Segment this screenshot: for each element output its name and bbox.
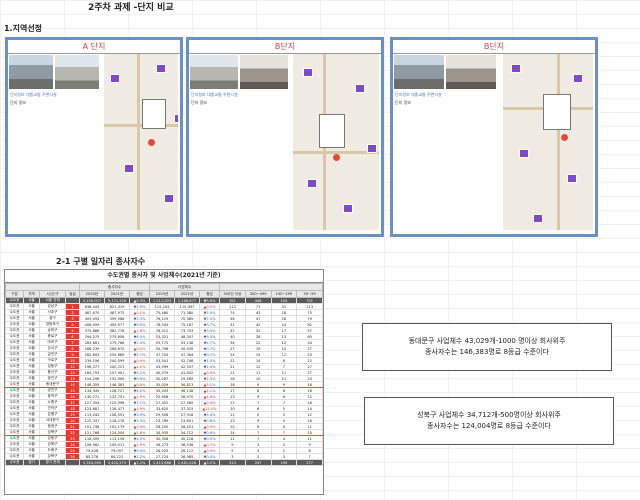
map-view[interactable] bbox=[104, 54, 178, 230]
table-header-cell: 300~499 bbox=[244, 290, 272, 298]
panel-header: B단지 bbox=[189, 40, 381, 54]
table-header-cell: 구분 bbox=[5, 290, 24, 298]
table-cell bbox=[65, 459, 80, 466]
page-title: 2주차 과제 -단지 비교 bbox=[88, 3, 174, 13]
info-label: 단지 정보 bbox=[395, 100, 411, 105]
map-pin[interactable] bbox=[519, 149, 529, 158]
table-header-cell: 2021년 bbox=[174, 290, 201, 298]
complex-info: 단지정보 대중교통 주변시설 단지 정보 bbox=[395, 92, 442, 105]
info-label: 단지 정보 bbox=[191, 100, 207, 105]
complex-panel-a: A 단지 단지정보 대중교통 주변시설 단지 정보 bbox=[5, 37, 183, 237]
map-callout bbox=[543, 94, 571, 130]
note-line: 종사자수는 146,383명로 8등급 수준이다 bbox=[425, 348, 549, 356]
complex-panel-b: B단지 단지정보 대중교통 주변시설 단지 정보 bbox=[186, 37, 384, 237]
table-row: 수도권 경기 경기 전체 5,354,050 5,420,275 ▲1.2% 1,415,6… bbox=[5, 459, 323, 466]
map-pin[interactable] bbox=[303, 68, 313, 77]
table-cell: 277 bbox=[296, 459, 323, 466]
info-tabs[interactable]: 단지정보 대중교통 주변시설 bbox=[395, 92, 442, 97]
table-header-cell: 2020년 bbox=[149, 290, 176, 298]
panel-header: A 단지 bbox=[8, 40, 180, 54]
street-photos bbox=[8, 54, 100, 90]
complex-panel-c: B단지 단지정보 대중교통 주변시설 단지 정보 bbox=[390, 37, 598, 237]
map-view[interactable] bbox=[503, 54, 593, 230]
section-heading-jobs: 2-1 구별 일자리 종사자수 bbox=[56, 257, 146, 266]
map-pin[interactable] bbox=[110, 74, 120, 83]
street-photos bbox=[189, 54, 289, 90]
table-header: 구분 지역 시/군/구 등급 2020년 2021년 증감 2020년 2021년 증감 500인 … bbox=[5, 290, 323, 298]
table-title: 수도권별 종사자 및 사업체수(2021년 기준) bbox=[5, 270, 323, 283]
table-header-cell: 500인 이상 bbox=[219, 290, 246, 298]
table-cell: 193 bbox=[270, 459, 298, 466]
table-cell: ▲1.2% bbox=[128, 459, 151, 466]
workers-table: 종사자수 사업체수 구분 지역 시/군/구 등급 2020년 2021년 증감 2020년 2021… bbox=[5, 283, 323, 466]
table-cell: 247 bbox=[244, 459, 272, 466]
table-cell: 1,415,666 bbox=[149, 459, 176, 466]
map-callout bbox=[319, 114, 345, 148]
table-group-cell: 종사자수 bbox=[78, 283, 151, 291]
table-cell: 경기 전체 bbox=[39, 459, 66, 466]
table-header-cell: 지역 bbox=[23, 290, 40, 298]
table-header-cell: 등급 bbox=[65, 290, 80, 298]
map-callout bbox=[142, 99, 166, 129]
complex-info: 단지정보 대중교통 주변시설 단지 정보 bbox=[10, 92, 57, 105]
map-pin[interactable] bbox=[567, 174, 577, 183]
table-header-cell: 증감 bbox=[128, 290, 151, 298]
table-cell: 1,461,026 bbox=[174, 459, 201, 466]
table-cell: 313 bbox=[219, 459, 246, 466]
map-pin[interactable] bbox=[307, 179, 317, 188]
map-pin[interactable] bbox=[511, 64, 521, 73]
table-group-cell bbox=[219, 283, 323, 291]
table-cell: 5,420,275 bbox=[104, 459, 130, 466]
info-label: 단지 정보 bbox=[10, 100, 26, 105]
table-header-cell: 100~299 bbox=[270, 290, 298, 298]
map-pin[interactable] bbox=[164, 194, 174, 203]
street-photo bbox=[190, 55, 238, 89]
map-pin[interactable] bbox=[573, 74, 583, 83]
table-cell: 수도권 bbox=[5, 459, 24, 466]
street-photo bbox=[55, 55, 99, 89]
info-tabs[interactable]: 단지정보 대중교통 주변시설 bbox=[191, 92, 238, 97]
table-cell: 5,354,050 bbox=[79, 459, 105, 466]
table-cell: ▲3.2% bbox=[199, 459, 221, 466]
map-pin[interactable] bbox=[343, 204, 353, 213]
table-header-cell: 증감 bbox=[199, 290, 221, 298]
street-photos bbox=[393, 54, 497, 90]
location-marker[interactable] bbox=[333, 154, 340, 161]
street-photo bbox=[240, 55, 288, 89]
note-box-dongdaemun: 동대문구 사업체수 43,029개-1000 명이상 회사위주 종사자수는 14… bbox=[362, 323, 612, 371]
table-group-cell bbox=[5, 283, 80, 291]
section-heading-region: 1.지역선정 bbox=[4, 24, 43, 33]
street-photo bbox=[446, 55, 496, 89]
note-line: 종사자수는 124,004명로 8등급 수준이다 bbox=[427, 422, 551, 430]
table-cell: 경기 bbox=[23, 459, 40, 466]
complex-info: 단지정보 대중교통 주변시설 단지 정보 bbox=[191, 92, 238, 105]
map-pin[interactable] bbox=[355, 84, 365, 93]
table-group-header: 종사자수 사업체수 bbox=[5, 283, 323, 291]
street-photo bbox=[394, 55, 444, 89]
map-view[interactable] bbox=[293, 54, 379, 230]
table-header-cell: 50~99 bbox=[296, 290, 323, 298]
note-line: 성북구 사업체수 34,712개-500명이상 회사위주 bbox=[417, 411, 561, 419]
street-photo bbox=[9, 55, 53, 89]
map-pin[interactable] bbox=[156, 64, 166, 73]
note-line: 동대문구 사업체수 43,029개-1000 명이상 회사위주 bbox=[408, 337, 566, 345]
map-pin[interactable] bbox=[124, 164, 134, 173]
location-marker[interactable] bbox=[561, 134, 568, 141]
table-header-cell: 2020년 bbox=[79, 290, 105, 298]
workers-table-image: 수도권별 종사자 및 사업체수(2021년 기준) 종사자수 사업체수 구분 지역 시/… bbox=[4, 269, 324, 495]
table-header-cell: 2021년 bbox=[104, 290, 130, 298]
map-pin[interactable] bbox=[533, 214, 543, 223]
map-pin[interactable] bbox=[174, 114, 178, 123]
map-pin[interactable] bbox=[367, 144, 377, 153]
info-tabs[interactable]: 단지정보 대중교통 주변시설 bbox=[10, 92, 57, 97]
table-header-cell: 시/군/구 bbox=[39, 290, 66, 298]
location-marker[interactable] bbox=[148, 139, 155, 146]
panel-header: B단지 bbox=[393, 40, 595, 54]
table-group-cell: 사업체수 bbox=[149, 283, 221, 291]
note-box-seongbuk: 성북구 사업체수 34,712개-500명이상 회사위주 종사자수는 124,0… bbox=[364, 397, 614, 445]
